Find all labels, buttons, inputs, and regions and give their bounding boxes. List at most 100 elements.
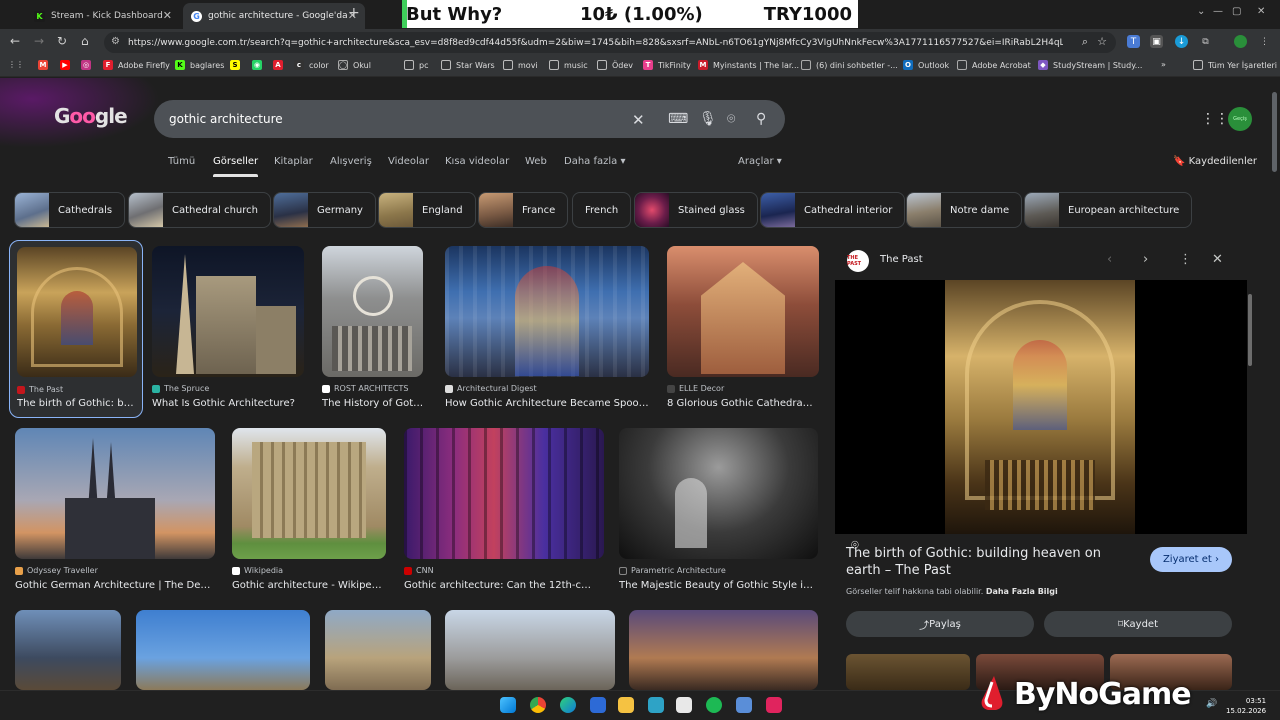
- result-thumbnail[interactable]: [629, 610, 818, 690]
- chip-germany[interactable]: Germany: [273, 192, 376, 228]
- profile-avatar-icon[interactable]: [1234, 35, 1247, 48]
- chip-france[interactable]: France: [478, 192, 569, 228]
- gmail-icon[interactable]: M: [38, 60, 53, 70]
- microphone-icon[interactable]: 🎙: [699, 111, 717, 127]
- result-thumbnail[interactable]: [17, 247, 137, 377]
- spotify-icon[interactable]: [706, 697, 722, 713]
- image-result[interactable]: Odyssey Traveller Gothic German Architec…: [15, 428, 215, 598]
- bookmark-tikfinity[interactable]: T TikFinity: [643, 60, 691, 70]
- search-input[interactable]: gothic architecture ✕ ⌨ 🎙 ⌾ ⚲: [154, 100, 785, 138]
- result-thumbnail[interactable]: [325, 610, 431, 690]
- result-thumbnail[interactable]: [15, 428, 215, 559]
- chip-england[interactable]: England: [378, 192, 476, 228]
- close-icon[interactable]: ✕: [1212, 252, 1223, 267]
- result-title[interactable]: The birth of Gothic: bu...: [17, 398, 139, 409]
- result-title[interactable]: What Is Gothic Architecture?: [152, 398, 304, 409]
- image-result[interactable]: Wikipedia Gothic architecture - Wikipedi…: [232, 428, 386, 598]
- preview-source[interactable]: The Past: [880, 254, 923, 265]
- result-title[interactable]: The History of Goth...: [322, 398, 426, 409]
- translate-extension-icon[interactable]: T: [1127, 35, 1140, 48]
- google-logo[interactable]: Google: [54, 104, 128, 128]
- app-icon[interactable]: [766, 697, 782, 713]
- result-thumbnail[interactable]: [322, 246, 423, 377]
- tab-web[interactable]: Web: [525, 156, 547, 167]
- result-title[interactable]: How Gothic Architecture Became Spooky...: [445, 398, 649, 409]
- chip-cathedrals[interactable]: Cathedrals: [14, 192, 126, 228]
- preview-title[interactable]: The birth of Gothic: building heaven on …: [846, 545, 1136, 579]
- address-bar[interactable]: ⚙ https://www.google.com.tr/search?q=got…: [104, 32, 1116, 53]
- bookmark-star-wars[interactable]: Star Wars: [441, 60, 495, 70]
- more-options-icon[interactable]: ⋮: [1179, 252, 1192, 267]
- bookmark-baglares[interactable]: Kbaglares: [175, 60, 224, 70]
- tab-shopping[interactable]: Alışveriş: [330, 156, 372, 167]
- image-result[interactable]: Architectural Digest How Gothic Architec…: [445, 246, 649, 416]
- bookmark-myinstants[interactable]: M Myinstants | The lar...: [698, 60, 799, 70]
- apps-grid-icon[interactable]: ⋮⋮: [8, 60, 24, 69]
- site-info-icon[interactable]: ⚙: [111, 36, 120, 47]
- related-image[interactable]: [846, 654, 970, 690]
- chip-cathedral-interior[interactable]: Cathedral interior: [760, 192, 906, 228]
- home-icon[interactable]: ⌂: [81, 34, 89, 48]
- bookmark-odev[interactable]: Ödev: [597, 60, 633, 70]
- whatsapp-icon[interactable]: ◉: [252, 60, 267, 70]
- app-icon[interactable]: [736, 697, 752, 713]
- image-result[interactable]: [136, 610, 310, 690]
- share-button[interactable]: ⤴ Paylaş: [846, 611, 1034, 637]
- image-result[interactable]: Parametric Architecture The Majestic Bea…: [619, 428, 818, 598]
- bookmark-outlook[interactable]: O Outlook: [903, 60, 949, 70]
- forward-icon[interactable]: →: [34, 34, 44, 48]
- search-icon[interactable]: ⚲: [756, 111, 766, 127]
- new-tab-icon[interactable]: +: [348, 5, 360, 21]
- vpn-extension-icon[interactable]: ↓: [1175, 35, 1188, 48]
- mail-icon[interactable]: [590, 697, 606, 713]
- chevron-right-icon[interactable]: ›: [1143, 252, 1148, 267]
- chrome-icon[interactable]: [530, 697, 546, 713]
- result-title[interactable]: The Majestic Beauty of Gothic Style in .…: [619, 580, 814, 591]
- close-icon[interactable]: ✕: [163, 9, 172, 22]
- chip-european-architecture[interactable]: European architecture: [1024, 192, 1193, 228]
- system-clock[interactable]: 03:51 15.02.2026: [1226, 696, 1266, 716]
- preview-scrollbar[interactable]: [1247, 244, 1253, 670]
- clear-search-icon[interactable]: ✕: [632, 111, 645, 129]
- chevron-left-icon[interactable]: ‹: [1107, 252, 1112, 267]
- window-close-icon[interactable]: ✕: [1257, 6, 1265, 17]
- store-icon[interactable]: [648, 697, 664, 713]
- bookmark-movi[interactable]: movi: [503, 60, 538, 70]
- result-thumbnail[interactable]: [445, 246, 649, 377]
- result-thumbnail[interactable]: [136, 610, 310, 690]
- preview-image[interactable]: [945, 280, 1135, 534]
- image-result[interactable]: ELLE Decor 8 Glorious Gothic Cathedral..…: [667, 246, 819, 416]
- more-bookmarks-icon[interactable]: »: [1161, 60, 1166, 69]
- save-button[interactable]: ⌑ Kaydet: [1044, 611, 1232, 637]
- result-title[interactable]: Gothic architecture: Can the 12th-cent..…: [404, 580, 594, 591]
- snapchat-icon[interactable]: S: [230, 60, 245, 70]
- more-info-link[interactable]: Daha Fazla Bilgi: [986, 587, 1058, 596]
- image-result[interactable]: [325, 610, 431, 690]
- tab-images[interactable]: Görseller: [213, 156, 259, 177]
- result-thumbnail[interactable]: [232, 428, 386, 559]
- menu-kebab-icon[interactable]: ⋮: [1258, 35, 1271, 48]
- file-explorer-icon[interactable]: [618, 697, 634, 713]
- browser-tab-google[interactable]: G gothic architecture - Google'da ✕: [183, 3, 365, 29]
- extensions-puzzle-icon[interactable]: ⧉: [1199, 35, 1212, 48]
- youtube-icon[interactable]: ▶: [60, 60, 75, 70]
- bookmark-studystream[interactable]: ◆ StudyStream | Study...: [1038, 60, 1142, 70]
- instagram-icon[interactable]: ◎: [81, 60, 96, 70]
- image-result[interactable]: The Past The birth of Gothic: bu...: [9, 240, 143, 418]
- image-result[interactable]: ROST ARCHITECTS The History of Goth...: [322, 246, 426, 416]
- result-title[interactable]: Gothic German Architecture | The Defi...: [15, 580, 215, 591]
- result-thumbnail[interactable]: [404, 428, 604, 559]
- result-thumbnail[interactable]: [619, 428, 818, 559]
- minimize-icon[interactable]: —: [1213, 6, 1223, 17]
- bookmark-adobe-firefly[interactable]: F Adobe Firefly: [103, 60, 170, 70]
- tab-more[interactable]: Daha fazla ▾: [564, 156, 625, 167]
- chip-cathedral-church[interactable]: Cathedral church: [128, 192, 271, 228]
- keyboard-icon[interactable]: ⌨: [668, 111, 688, 127]
- bookmark-okul[interactable]: ◯ Okul: [338, 60, 371, 70]
- extension-icon[interactable]: ▣: [1150, 35, 1163, 48]
- bookmark-music[interactable]: music: [549, 60, 588, 70]
- image-result[interactable]: [445, 610, 615, 690]
- bookmark-all[interactable]: Tüm Yer İşaretleri: [1193, 60, 1277, 70]
- browser-tab-kick[interactable]: K Stream - Kick Dashboard ✕: [26, 3, 180, 29]
- reload-icon[interactable]: ↻: [57, 34, 67, 48]
